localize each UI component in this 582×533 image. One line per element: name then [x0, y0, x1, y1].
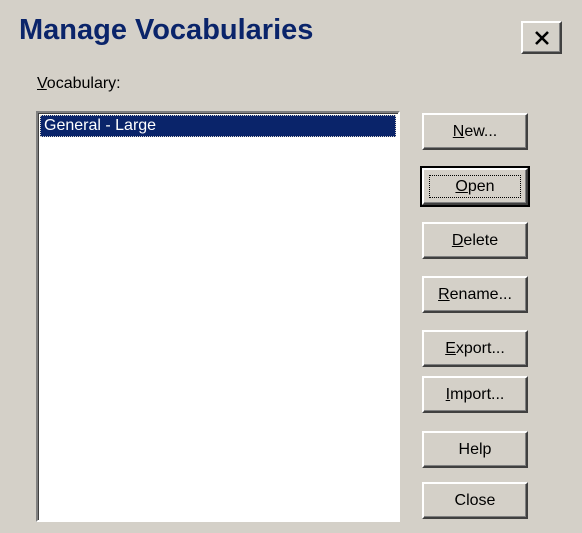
open-button-rest: pen — [467, 177, 495, 195]
help-button-label: Help — [458, 440, 492, 458]
vocabulary-listbox[interactable]: General - Large — [36, 111, 400, 522]
new-button-rest: ew... — [464, 122, 498, 140]
title-bar[interactable]: Manage Vocabularies — [10, 8, 574, 56]
close-x-button[interactable] — [521, 21, 562, 54]
vocabulary-label: Vocabulary: — [37, 75, 121, 93]
open-button[interactable]: Open — [420, 166, 530, 207]
new-button[interactable]: New... — [422, 113, 528, 150]
delete-button-rest: elete — [463, 231, 499, 249]
rename-button-rest: ename... — [449, 285, 512, 303]
close-button[interactable]: Close — [422, 482, 528, 519]
help-button[interactable]: Help — [422, 431, 528, 468]
rename-button[interactable]: Rename... — [422, 276, 528, 313]
open-button-mnemonic: O — [455, 177, 468, 195]
import-button[interactable]: Import... — [422, 376, 528, 413]
close-x-icon — [534, 30, 549, 45]
delete-button-mnemonic: D — [451, 231, 464, 249]
rename-button-mnemonic: R — [438, 285, 450, 303]
vocabulary-label-mnemonic: V — [37, 75, 47, 92]
export-button-rest: xport... — [455, 339, 505, 357]
dialog-title: Manage Vocabularies — [19, 14, 314, 46]
list-item[interactable]: General - Large — [40, 115, 396, 137]
export-button-mnemonic: E — [445, 339, 456, 357]
export-button[interactable]: Export... — [422, 330, 528, 367]
manage-vocabularies-dialog: Manage Vocabularies Vocabulary: General … — [0, 0, 582, 533]
vocabulary-label-rest: ocabulary: — [46, 75, 121, 92]
import-button-rest: mport... — [450, 385, 505, 403]
close-button-label: Close — [454, 491, 496, 509]
delete-button[interactable]: Delete — [422, 222, 528, 259]
new-button-mnemonic: N — [452, 122, 465, 140]
